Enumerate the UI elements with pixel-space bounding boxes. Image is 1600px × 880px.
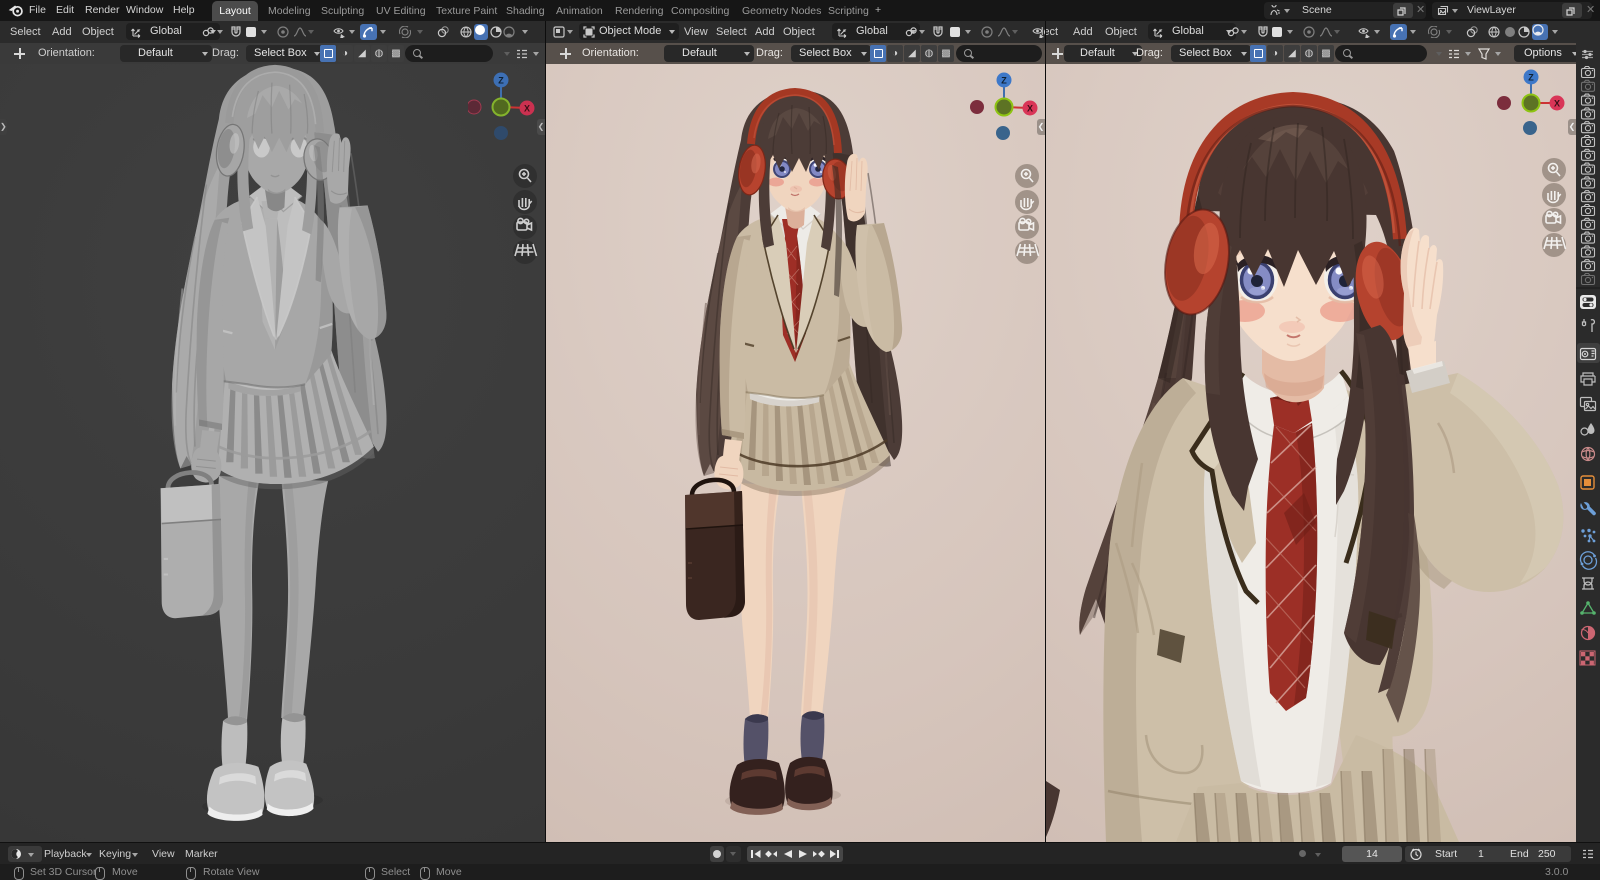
svg-text:Z: Z — [1528, 73, 1534, 83]
svg-text:X: X — [1554, 99, 1560, 109]
svg-text:Z: Z — [1001, 76, 1007, 86]
svg-text:X: X — [1027, 104, 1033, 114]
svg-text:X: X — [524, 104, 530, 114]
svg-text:Z: Z — [498, 76, 504, 86]
